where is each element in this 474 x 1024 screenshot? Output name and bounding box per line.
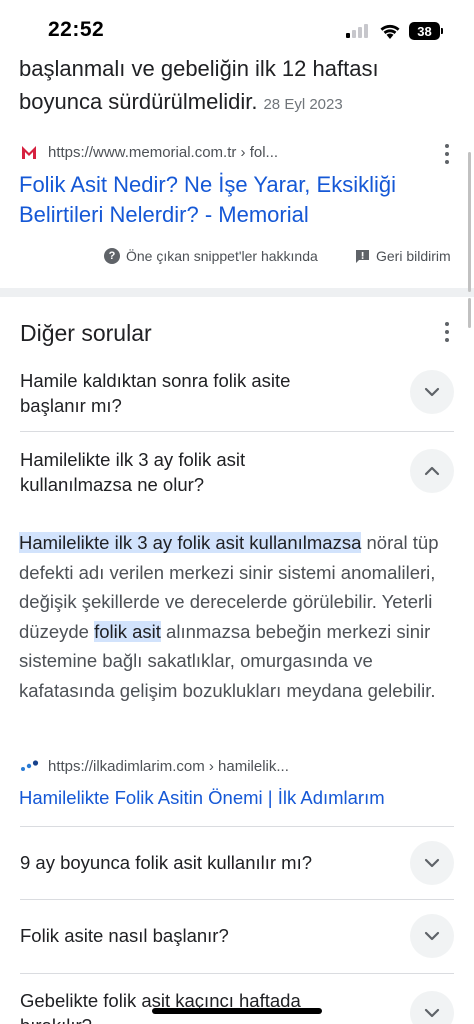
question-item[interactable]: Gebelikte folik asit kaçıncı haftada bır… — [20, 988, 454, 1024]
wifi-icon — [380, 24, 400, 39]
ilkadimlarim-url: https://ilkadimlarim.com › hamilelik... — [48, 757, 289, 775]
question-divider — [20, 973, 454, 974]
question-divider — [20, 899, 454, 900]
page-scrollbar-thumb[interactable] — [468, 298, 471, 328]
snippet-date: 28 Eyl 2023 — [263, 96, 343, 113]
memorial-result-title[interactable]: Folik Asit Nedir? Ne İşe Yarar, Eksikliğ… — [19, 170, 439, 230]
answer-text: Hamilelikte ilk 3 ay folik asit kullanıl… — [19, 528, 455, 705]
snippet-feedback-row: ? Öne çıkan snippet'ler hakkında Geri bi… — [0, 248, 474, 270]
collapse-button[interactable] — [410, 449, 454, 493]
ilkadimlarim-source-row[interactable]: https://ilkadimlarim.com › hamilelik... — [20, 755, 289, 777]
question-text: Folik asite nasıl başlanır? — [20, 925, 229, 946]
battery-cap — [441, 28, 443, 34]
answer-highlight: Hamilelikte ilk 3 ay folik asit kullanıl… — [19, 532, 362, 553]
feedback-flag-icon — [356, 249, 369, 263]
ilkadimlarim-logo-icon — [21, 760, 39, 771]
expand-button[interactable] — [410, 991, 454, 1024]
question-item[interactable]: 9 ay boyunca folik asit kullanılır mı? — [20, 840, 454, 890]
expand-button[interactable] — [410, 841, 454, 885]
ilkadimlarim-result-title[interactable]: Hamilelikte Folik Asitin Önemi | İlk Adı… — [19, 785, 385, 811]
feedback-button[interactable]: Geri bildirim — [355, 248, 451, 264]
memorial-url: https://www.memorial.com.tr › fol... — [48, 143, 279, 161]
other-questions-heading: Diğer sorular — [20, 320, 152, 346]
question-circle-icon: ? — [104, 248, 120, 264]
page-scrollbar[interactable] — [468, 152, 471, 292]
status-bar: 22:52 38 — [0, 0, 474, 56]
home-indicator[interactable] — [152, 1008, 322, 1014]
about-snippets-link[interactable]: ? Öne çıkan snippet'ler hakkında — [104, 248, 318, 264]
expand-button[interactable] — [410, 914, 454, 958]
chevron-down-icon — [424, 387, 440, 397]
answer-highlight: folik asit — [94, 620, 161, 642]
about-snippets-label: Öne çıkan snippet'ler hakkında — [126, 248, 318, 264]
question-item[interactable]: Folik asite nasıl başlanır? — [20, 913, 454, 963]
featured-snippet-text: başlanmalı ve gebeliğin ilk 12 haftası b… — [19, 52, 419, 121]
section-separator — [0, 288, 474, 297]
expand-button[interactable] — [410, 370, 454, 414]
battery-indicator: 38 — [409, 22, 440, 40]
status-time: 22:52 — [48, 18, 105, 41]
more-vert-icon[interactable] — [442, 144, 452, 164]
question-divider — [20, 826, 454, 827]
question-text: Hamile kaldıktan sonra folik asite başla… — [20, 370, 291, 416]
more-vert-icon[interactable] — [442, 322, 452, 342]
chevron-down-icon — [424, 1008, 440, 1018]
memorial-source-row[interactable]: https://www.memorial.com.tr › fol... — [20, 141, 278, 163]
cellular-signal-icon — [346, 24, 370, 38]
chevron-up-icon — [424, 466, 440, 476]
feedback-label: Geri bildirim — [376, 248, 451, 264]
question-item[interactable]: Hamile kaldıktan sonra folik asite başla… — [20, 365, 454, 423]
question-text: 9 ay boyunca folik asit kullanılır mı? — [20, 852, 313, 873]
chevron-down-icon — [424, 931, 440, 941]
question-text: Hamilelikte ilk 3 ay folik asit kullanıl… — [20, 449, 246, 495]
chevron-down-icon — [424, 858, 440, 868]
question-text: Gebelikte folik asit kaçıncı haftada bır… — [20, 990, 301, 1024]
question-divider — [20, 431, 454, 432]
memorial-logo-icon — [22, 146, 36, 159]
question-item-expanded[interactable]: Hamilelikte ilk 3 ay folik asit kullanıl… — [20, 445, 454, 503]
